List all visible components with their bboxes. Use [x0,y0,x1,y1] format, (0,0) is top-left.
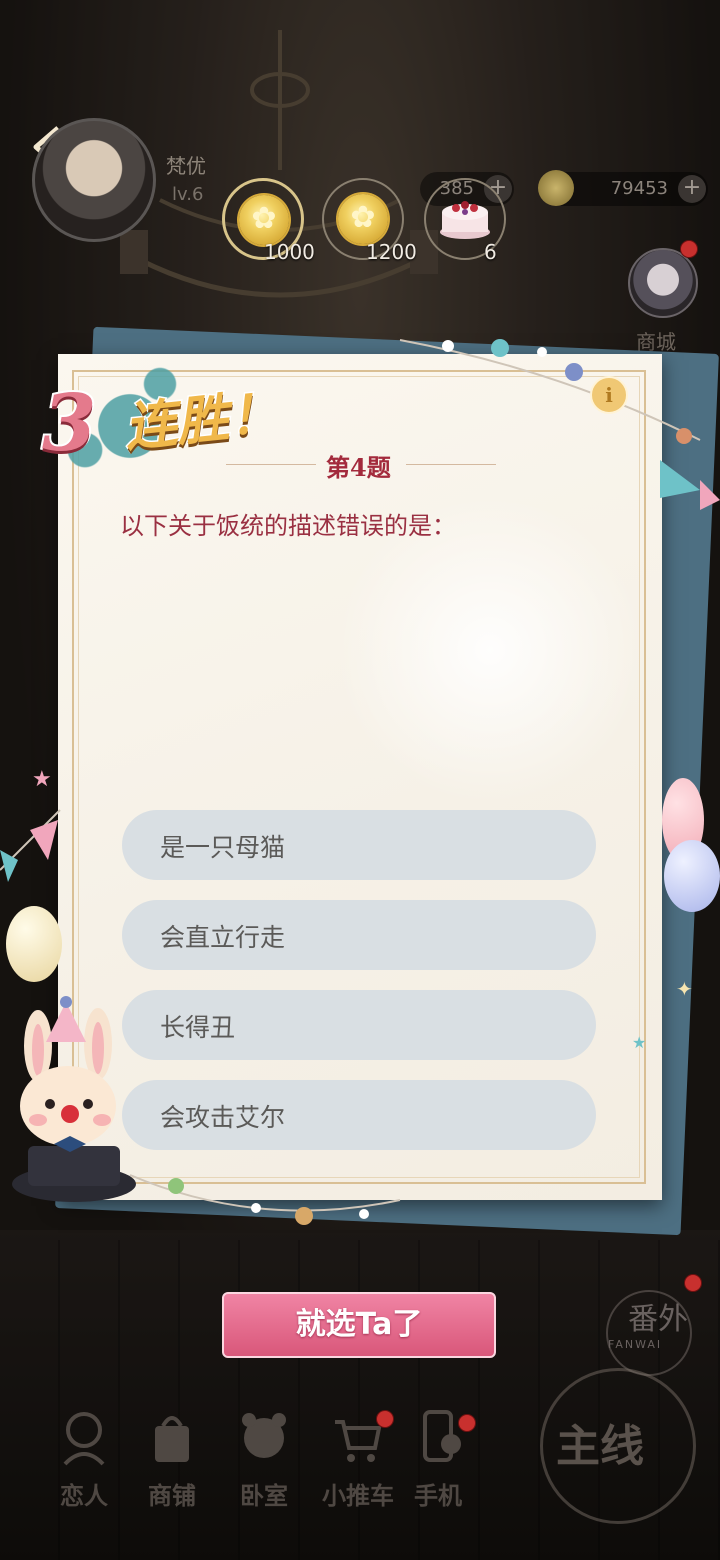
reward-count-1: 1000 [264,240,315,264]
option-1[interactable]: 是一只母猫 [122,810,596,880]
reward-count-3: 6 [484,240,497,264]
cake-icon [440,201,490,239]
nav-label: 小推车 [322,1482,394,1510]
coin-icon [338,194,388,244]
option-2[interactable]: 会直立行走 [122,900,596,970]
extra-story-label: 番外 [628,1302,688,1337]
option-4[interactable]: 会攻击艾尔 [122,1080,596,1150]
reward-count-2: 1200 [366,240,417,264]
coin-icon [239,195,289,245]
coin-amount: 79453 [610,178,668,199]
phone-icon [423,1410,461,1462]
nav-shop[interactable]: 商铺 [132,1408,212,1511]
extra-notification-dot [684,1274,702,1292]
nav-label: 商铺 [148,1482,196,1510]
shop-bag-icon [155,1416,189,1462]
add-coins-button[interactable]: + [678,175,706,203]
extra-story-en-label: FANWAI [608,1338,663,1351]
option-label: 长得丑 [160,1013,236,1042]
bunny-mascot-icon [12,996,136,1202]
confirm-button[interactable]: 就选Ta了 [222,1292,496,1358]
cart-notification-dot [376,1410,394,1428]
balloon-yellow [6,906,62,982]
player-avatar[interactable] [32,118,156,242]
option-label: 是一只母猫 [160,833,286,862]
player-level: lv.6 [172,184,204,205]
info-button[interactable]: i [590,376,628,414]
option-3[interactable]: 长得丑 [122,990,596,1060]
lover-icon [63,1412,105,1466]
divider-left [226,464,316,465]
option-label: 会攻击艾尔 [160,1103,286,1132]
option-label: 会直立行走 [160,923,286,952]
coin-counter: 79453 + [538,170,708,206]
balloon-blue [664,840,720,912]
question-number: 第4题 [326,453,391,482]
character-avatar[interactable] [628,248,698,318]
player-name: 梵优 [166,154,206,178]
divider-right [406,464,496,465]
nav-label: 手机 [414,1482,462,1510]
nav-label: 卧室 [240,1482,288,1510]
svg-text:✦: ✦ [676,977,693,1001]
bedroom-icon [242,1413,286,1458]
nav-label: 恋人 [60,1482,108,1510]
phone-notification-dot [458,1414,476,1432]
nav-bedroom[interactable]: 卧室 [224,1408,304,1511]
svg-text:★: ★ [632,1033,646,1052]
coin-small-icon [538,170,574,206]
main-story-label: 主线 [556,1421,644,1472]
question-text: 以下关于饭统的描述错误的是： [120,512,456,540]
notification-dot [680,240,698,258]
streak-count: 3 [40,376,98,471]
nav-lover[interactable]: 恋人 [44,1408,124,1511]
svg-text:★: ★ [32,767,52,792]
